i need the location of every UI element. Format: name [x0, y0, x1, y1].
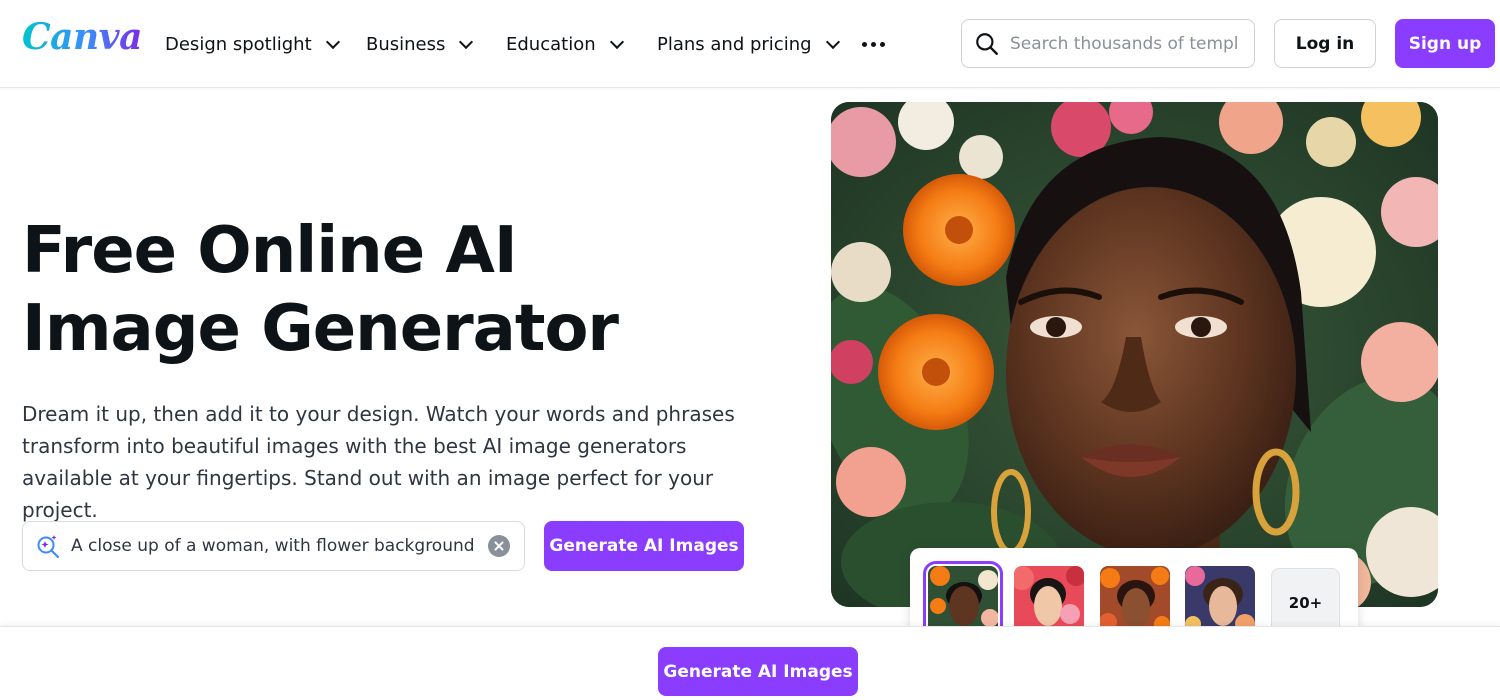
login-button[interactable]: Log in: [1274, 19, 1376, 68]
chevron-down-icon: [325, 34, 340, 49]
search-box[interactable]: [961, 19, 1255, 68]
prompt-input[interactable]: A close up of a woman, with flower backg…: [22, 521, 525, 571]
nav-plans-and-pricing[interactable]: Plans and pricing: [657, 32, 840, 56]
nav-label: Education: [506, 33, 596, 55]
clear-icon[interactable]: [488, 535, 510, 557]
nav-business[interactable]: Business: [366, 32, 474, 56]
nav-design-spotlight[interactable]: Design spotlight: [165, 32, 340, 56]
page-title: Free Online AI Image Generator: [22, 214, 619, 366]
canva-logo[interactable]: Canva: [22, 16, 142, 58]
nav-education[interactable]: Education: [506, 32, 624, 56]
chevron-down-icon: [459, 34, 474, 49]
nav-label: Plans and pricing: [657, 33, 812, 55]
search-icon: [976, 32, 998, 55]
generate-ai-images-button[interactable]: Generate AI Images: [544, 521, 744, 571]
nav-label: Design spotlight: [165, 33, 312, 55]
chevron-down-icon: [609, 34, 624, 49]
hero-description: Dream it up, then add it to your design.…: [22, 402, 735, 522]
chevron-down-icon: [825, 34, 840, 49]
sticky-bottom-bar: Generate AI Images: [0, 626, 1500, 700]
top-navigation: Canva Design spotlight Business Educatio…: [0, 0, 1500, 88]
prompt-value[interactable]: A close up of a woman, with flower backg…: [71, 536, 488, 556]
nav-label: Business: [366, 33, 446, 55]
signup-button[interactable]: Sign up: [1395, 19, 1495, 68]
ai-search-icon: [37, 535, 60, 559]
more-options-icon[interactable]: [862, 34, 888, 54]
sticky-generate-ai-images-button[interactable]: Generate AI Images: [658, 647, 858, 696]
hero-portrait-image: [831, 102, 1438, 607]
search-input[interactable]: [1010, 33, 1238, 54]
